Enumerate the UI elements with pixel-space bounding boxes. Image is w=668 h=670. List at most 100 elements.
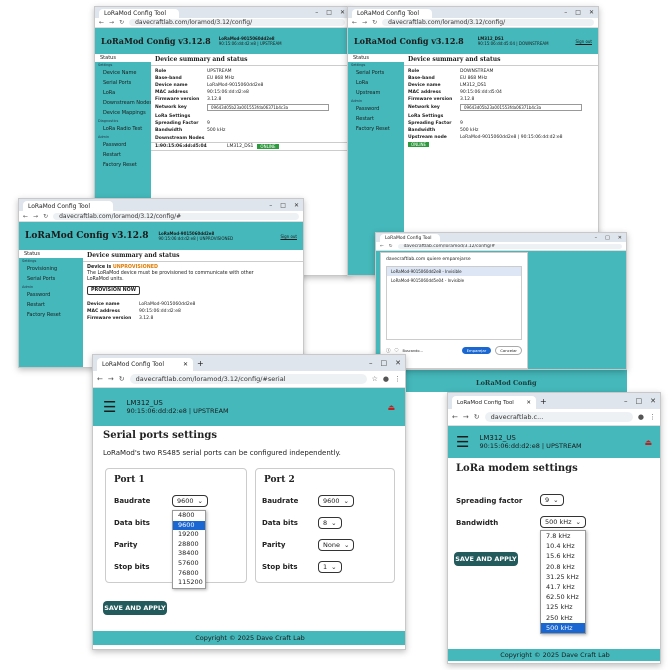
minimize-icon[interactable]: – — [269, 202, 272, 209]
sidebar-item-status[interactable]: Status — [19, 250, 83, 258]
back-icon[interactable]: ← — [352, 19, 357, 26]
close-icon[interactable]: ✕ — [395, 359, 401, 367]
logout-icon[interactable]: ⏏ — [644, 438, 652, 447]
browser-tab[interactable]: LoRaMod Config Tool ✕ — [97, 358, 193, 371]
new-tab-icon[interactable]: + — [197, 359, 204, 368]
dropdown-option[interactable]: 31.25 kHz — [541, 572, 585, 582]
forward-icon[interactable]: → — [109, 19, 114, 26]
reload-icon[interactable]: ↻ — [43, 213, 48, 220]
dropdown-option[interactable]: 15.6 kHz — [541, 551, 585, 561]
close-icon[interactable]: ✕ — [340, 9, 345, 16]
port2-data-select[interactable]: 8 ⌄ — [318, 517, 342, 529]
reload-icon[interactable]: ↻ — [119, 375, 125, 383]
sidebar-item[interactable]: Restart — [348, 114, 404, 124]
network-key-field[interactable]: 09643d05b23a001553fda06371b4c3a — [460, 104, 582, 111]
url-field[interactable]: davecraftlab.com/loramod/3.12/config/#se… — [129, 374, 367, 384]
dropdown-option[interactable]: 125 kHz — [541, 602, 585, 612]
dropdown-option[interactable]: 7.8 kHz — [541, 531, 585, 541]
back-icon[interactable]: ← — [99, 19, 104, 26]
back-icon[interactable]: ← — [23, 213, 28, 220]
forward-icon[interactable]: → — [362, 19, 367, 26]
reload-icon[interactable]: ↻ — [372, 19, 377, 26]
close-icon[interactable]: ✕ — [589, 9, 594, 16]
sidebar-item[interactable]: Factory Reset — [95, 160, 151, 170]
forward-icon[interactable]: → — [463, 413, 469, 421]
hamburger-menu-icon[interactable]: ☰ — [103, 400, 116, 415]
sidebar-item[interactable]: Password — [95, 140, 151, 150]
url-field[interactable]: davecraftlab.com/loramod/3.12/config/# — [53, 212, 299, 220]
url-field[interactable]: davecraftlab.com/loramod/3.12/config/ — [382, 19, 594, 26]
dropdown-option[interactable]: 500 kHz — [541, 622, 585, 634]
port2-baud-select[interactable]: 9600 ⌄ — [318, 495, 354, 507]
dropdown-option[interactable]: 9600 — [173, 520, 205, 531]
sidebar-item[interactable]: Restart — [95, 150, 151, 160]
sidebar-item[interactable]: Device Mappings — [95, 108, 151, 118]
minimize-icon[interactable]: – — [595, 235, 598, 241]
help-icon[interactable]: ⓘ — [386, 348, 391, 354]
sidebar-item[interactable]: Serial Ports — [348, 68, 404, 78]
maximize-icon[interactable]: □ — [575, 9, 581, 16]
bw-select[interactable]: 500 kHz ⌄ — [540, 516, 586, 528]
forward-icon[interactable]: → — [33, 213, 38, 220]
minimize-icon[interactable]: – — [564, 9, 567, 16]
url-field[interactable]: davecraftlab.com/loramod/3.12/config/# — [397, 243, 622, 249]
sidebar-item[interactable]: Downstream Nodes — [95, 98, 152, 108]
sidebar-item[interactable]: Serial Ports — [95, 78, 151, 88]
dropdown-option[interactable]: 57600 — [173, 559, 205, 569]
back-icon[interactable]: ← — [97, 375, 103, 383]
sidebar-item[interactable]: Provisioning — [19, 264, 83, 274]
dropdown-option[interactable]: 20.8 kHz — [541, 562, 585, 572]
dropdown-option[interactable]: 38400 — [173, 549, 205, 559]
browser-tab[interactable]: LoRaMod Config Tool — [352, 9, 432, 18]
browser-tab[interactable]: LoRaMod Config Tool ✕ — [452, 396, 536, 409]
dropdown-option[interactable]: 28800 — [173, 540, 205, 550]
port2-stop-select[interactable]: 1 ⌄ — [318, 561, 342, 573]
minimize-icon[interactable]: – — [369, 359, 373, 367]
pair-button[interactable]: Emparejar — [461, 347, 492, 354]
back-icon[interactable]: ← — [380, 244, 384, 249]
close-icon[interactable]: ✕ — [294, 202, 299, 209]
baudrate-dropdown[interactable]: 4800 9600 19200 28800 38400 57600 76800 115200 — [172, 510, 206, 589]
dropdown-option[interactable]: 41.7 kHz — [541, 582, 585, 592]
minimize-icon[interactable]: – — [315, 9, 318, 16]
menu-icon[interactable]: ⋮ — [394, 375, 401, 383]
url-field[interactable]: davecraftlab.c... — [484, 412, 633, 422]
sf-select[interactable]: 9 ⌄ — [540, 494, 564, 506]
close-tab-icon[interactable]: ✕ — [526, 400, 531, 406]
menu-icon[interactable]: ⋮ — [649, 413, 656, 421]
sidebar-item[interactable]: LoRa — [95, 88, 151, 98]
reload-icon[interactable]: ↻ — [389, 244, 393, 249]
sidebar-item[interactable]: Restart — [19, 300, 83, 310]
hamburger-menu-icon[interactable]: ☰ — [456, 435, 469, 450]
dropdown-option[interactable]: 4800 — [173, 511, 205, 521]
sign-out-link[interactable]: Sign out — [280, 234, 297, 239]
port2-parity-select[interactable]: None ⌄ — [318, 539, 355, 551]
sidebar-item[interactable]: Serial Ports — [19, 274, 83, 284]
save-apply-button[interactable]: SAVE AND APPLY — [103, 601, 167, 615]
save-apply-button[interactable]: SAVE AND APPLY — [454, 552, 518, 566]
profile-icon[interactable]: ● — [638, 413, 644, 421]
dropdown-option[interactable]: 62.50 kHz — [541, 592, 585, 602]
logout-icon[interactable]: ⏏ — [387, 403, 395, 412]
provision-now-button[interactable]: PROVISION NOW — [87, 286, 141, 295]
dropdown-option[interactable]: 10.4 kHz — [541, 541, 585, 551]
maximize-icon[interactable]: □ — [605, 235, 610, 241]
reload-icon[interactable]: ↻ — [119, 19, 124, 26]
browser-tab[interactable]: LoRaMod Config Tool — [23, 201, 113, 211]
browser-tab[interactable]: LoRaMod Config Tool — [99, 9, 179, 18]
sidebar-item[interactable]: LoRa — [348, 78, 404, 88]
bookmark-icon[interactable]: ☆ — [372, 375, 378, 383]
sidebar-item[interactable]: LoRa Radio Test — [95, 124, 151, 134]
browser-tab[interactable]: LoRaMod Config Tool — [380, 234, 440, 242]
reload-icon[interactable]: ↻ — [474, 413, 480, 421]
sidebar-item[interactable]: Factory Reset — [19, 310, 83, 320]
dropdown-option[interactable]: 76800 — [173, 569, 205, 579]
maximize-icon[interactable]: □ — [636, 397, 643, 405]
close-tab-icon[interactable]: ✕ — [183, 361, 188, 368]
forward-icon[interactable]: → — [108, 375, 114, 383]
url-field[interactable]: davecraftlab.com/loramod/3.12/config/ — [129, 19, 345, 26]
sidebar-item[interactable]: Upstream — [348, 88, 404, 98]
sidebar-item[interactable]: Password — [348, 104, 404, 114]
sidebar-item-status[interactable]: Status — [348, 54, 404, 62]
dropdown-option[interactable]: 19200 — [173, 530, 205, 540]
